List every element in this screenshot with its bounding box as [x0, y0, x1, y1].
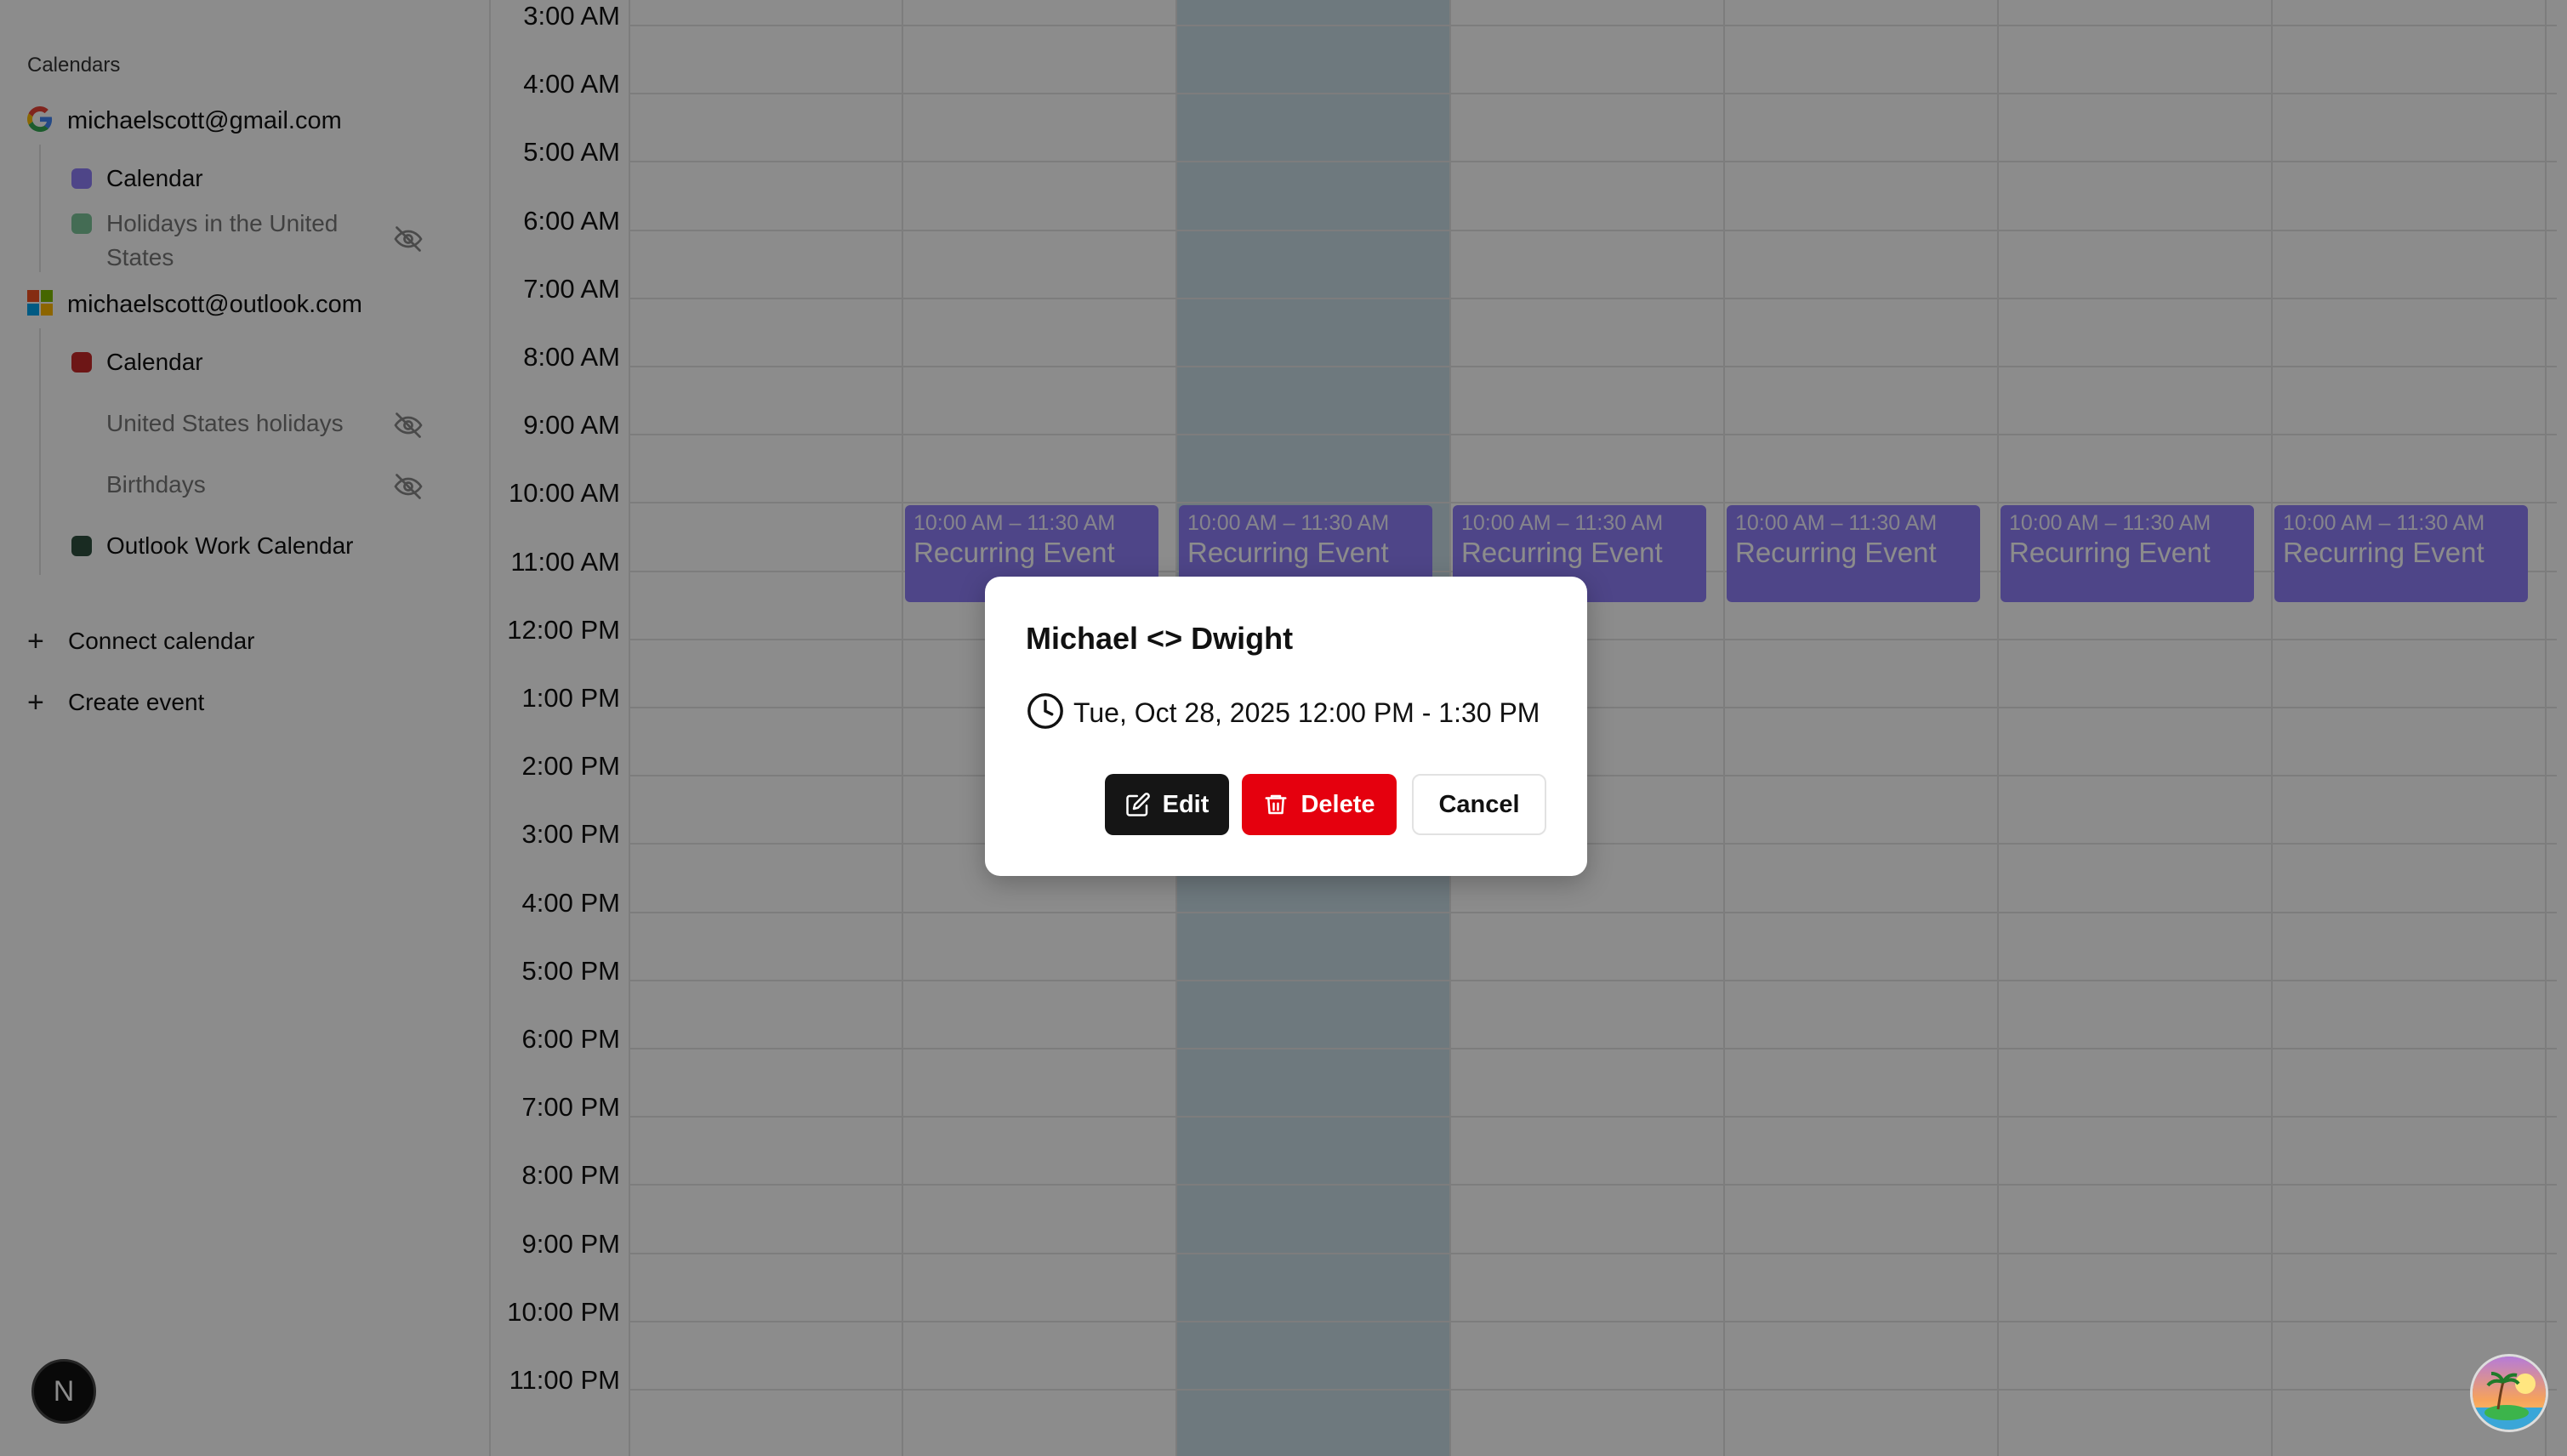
clock-icon — [1026, 691, 1065, 735]
cancel-label: Cancel — [1438, 790, 1520, 818]
edit-button[interactable]: Edit — [1105, 774, 1229, 835]
edit-icon — [1125, 793, 1150, 816]
cancel-button[interactable]: Cancel — [1412, 774, 1546, 835]
event-datetime-row: Tue, Oct 28, 2025 12:00 PM - 1:30 PM — [1026, 691, 1540, 735]
user-avatar[interactable] — [2470, 1354, 2548, 1432]
delete-label: Delete — [1301, 790, 1375, 818]
event-title: Michael <> Dwight — [1026, 621, 1294, 656]
delete-button[interactable]: Delete — [1242, 774, 1397, 835]
trash-icon — [1265, 794, 1287, 815]
event-dialog: Michael <> Dwight Tue, Oct 28, 2025 12:0… — [985, 577, 1587, 876]
edit-label: Edit — [1162, 790, 1210, 818]
event-datetime: Tue, Oct 28, 2025 12:00 PM - 1:30 PM — [1073, 697, 1540, 728]
